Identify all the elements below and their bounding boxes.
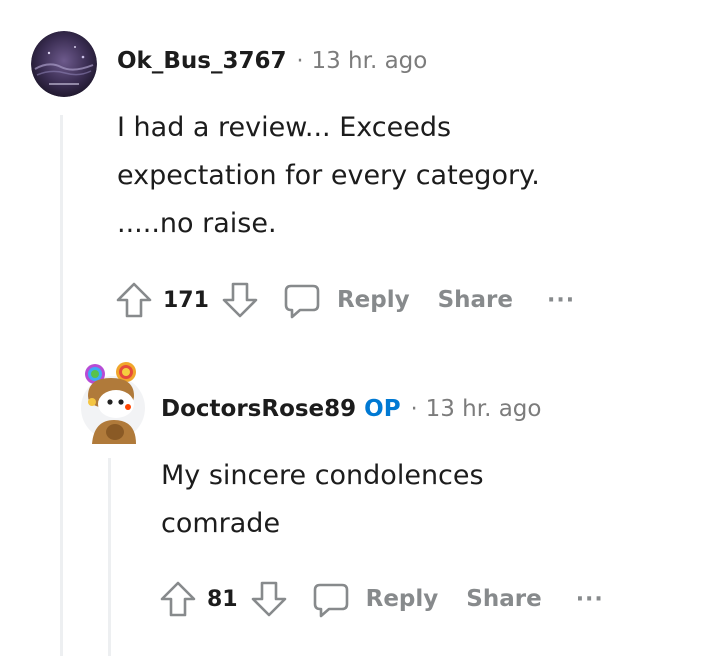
reply-button[interactable]: Reply	[281, 279, 410, 321]
galaxy-avatar-icon	[31, 31, 97, 97]
avatar[interactable]	[31, 31, 97, 97]
bear-avatar-icon	[81, 362, 145, 444]
separator: ·	[410, 397, 418, 422]
chat-bubble-icon	[281, 279, 323, 321]
more-options-icon[interactable]: ···	[576, 587, 604, 612]
chat-bubble-icon	[310, 578, 352, 620]
vote-count: 81	[207, 586, 238, 612]
reply-label: Reply	[365, 586, 439, 612]
comment-body-line: I had a review... Exceeds	[117, 112, 452, 143]
timestamp[interactable]: 13 hr. ago	[426, 396, 542, 422]
share-button[interactable]: Share	[438, 287, 513, 313]
comment-actions: 171 Reply Share ···	[113, 278, 575, 322]
downvote-icon[interactable]	[219, 279, 261, 321]
reply-button[interactable]: Reply	[310, 578, 439, 620]
downvote-icon[interactable]	[248, 578, 290, 620]
comment-meta: Ok_Bus_3767 · 13 hr. ago	[117, 48, 427, 74]
vote-count: 171	[163, 287, 209, 313]
username[interactable]: Ok_Bus_3767	[117, 48, 286, 74]
comment-body-line: .....no raise.	[117, 208, 277, 239]
op-badge: OP	[364, 396, 401, 422]
timestamp[interactable]: 13 hr. ago	[311, 48, 427, 74]
comment-actions: 81 Reply Share ···	[157, 577, 604, 621]
reply-label: Reply	[336, 287, 410, 313]
separator: ·	[296, 49, 304, 74]
comment-meta: DoctorsRose89 OP · 13 hr. ago	[161, 396, 541, 422]
more-options-icon[interactable]: ···	[547, 288, 575, 313]
thread-line-2[interactable]	[108, 458, 111, 656]
avatar[interactable]	[78, 362, 148, 444]
upvote-icon[interactable]	[113, 279, 155, 321]
comment-body-line: expectation for every category.	[117, 160, 540, 191]
comment-body-line: comrade	[161, 508, 281, 539]
username[interactable]: DoctorsRose89	[161, 396, 356, 422]
upvote-icon[interactable]	[157, 578, 199, 620]
share-button[interactable]: Share	[466, 586, 541, 612]
thread-line-1[interactable]	[60, 115, 63, 656]
comment-body-line: My sincere condolences	[161, 460, 484, 491]
